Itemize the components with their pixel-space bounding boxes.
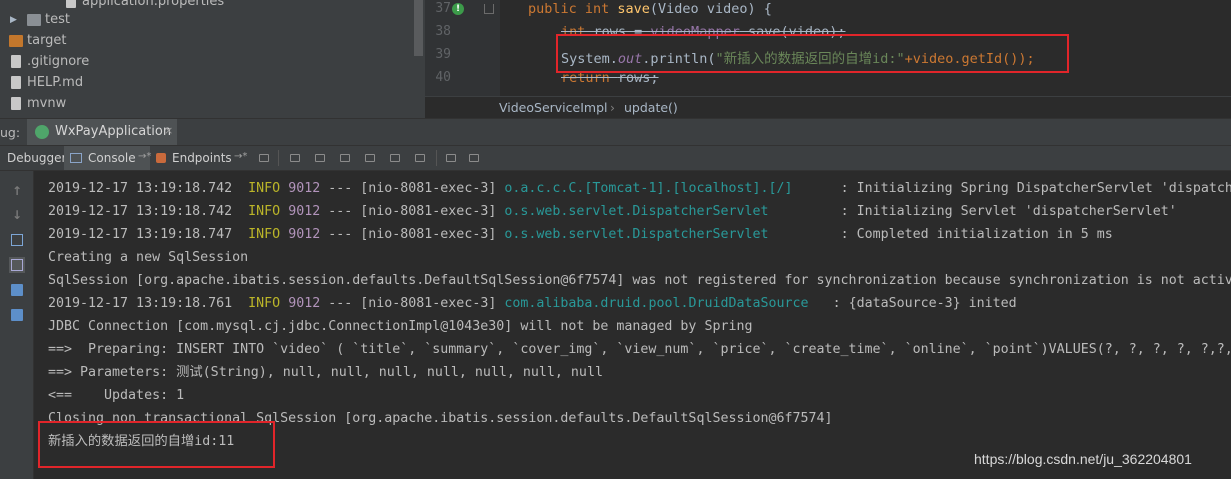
markdown-file-icon [11, 76, 21, 89]
step-into-icon[interactable] [313, 151, 327, 165]
breadcrumb-class[interactable]: VideoServiceImpl [499, 100, 608, 115]
step-over-icon[interactable] [288, 151, 302, 165]
folder-icon [9, 35, 23, 47]
run-config-tab-wxpayapplication[interactable]: WxPayApplication × [27, 119, 177, 145]
code-line-37: public int save(Video video) { [528, 1, 772, 17]
trash-icon[interactable] [9, 307, 25, 323]
breadcrumb: VideoServiceImpl › update() [425, 96, 1231, 118]
run-to-cursor-icon[interactable] [413, 151, 427, 165]
debug-toolbar: Debugger Console →* Endpoints →* [0, 145, 1231, 171]
step-out-icon[interactable] [363, 151, 377, 165]
debug-header: ug: WxPayApplication × [0, 118, 1231, 145]
line-number: 37 [435, 1, 451, 16]
console-icon [70, 153, 82, 163]
expand-arrow-icon[interactable]: ▶ [10, 10, 17, 30]
line-number: 40 [435, 70, 451, 85]
implementation-marker-icon[interactable]: ! [452, 3, 464, 15]
folder-icon [27, 14, 41, 26]
console-line: ==> Preparing: INSERT INTO `video` ( `ti… [48, 342, 1231, 357]
console-line: SqlSession [org.apache.ibatis.session.de… [48, 273, 1231, 288]
result-highlight-box [38, 421, 275, 468]
editor-gutter: 37 38 39 40 ! [425, 0, 500, 96]
console-line: 2019-12-17 13:19:18.742 INFO 9012 --- [n… [48, 204, 1177, 219]
tab-endpoints[interactable]: Endpoints →* [150, 146, 252, 170]
show-execution-point-icon[interactable] [257, 151, 271, 165]
console-line: ==> Parameters: 测试(String), null, null, … [48, 365, 603, 380]
project-tree: application.properties ▶ test target .gi… [0, 0, 425, 118]
console-line: 2019-12-17 13:19:18.747 INFO 9012 --- [n… [48, 227, 1113, 242]
line-number: 38 [435, 24, 451, 39]
force-step-into-icon[interactable] [338, 151, 352, 165]
watermark: https://blog.csdn.net/ju_362204801 [974, 451, 1192, 467]
console-line: Creating a new SqlSession [48, 250, 249, 265]
file-icon [11, 55, 21, 68]
console-line: 2019-12-17 13:19:18.742 INFO 9012 --- [n… [48, 181, 1231, 196]
drop-frame-icon[interactable] [388, 151, 402, 165]
console-side-toolbar: ↑ ↓ [0, 171, 34, 479]
pin-tab-icon[interactable]: →* [234, 145, 247, 169]
arrow-up-icon[interactable]: ↑ [9, 183, 25, 199]
close-icon[interactable]: × [164, 124, 173, 137]
print-icon[interactable] [9, 282, 25, 298]
restore-layout-icon[interactable] [467, 151, 481, 165]
arrow-down-icon[interactable]: ↓ [9, 207, 25, 223]
toolbar-separator [278, 150, 279, 166]
toolbar-separator [436, 150, 437, 166]
properties-file-icon [66, 0, 76, 8]
console-line: <== Updates: 1 [48, 388, 185, 403]
tab-debugger[interactable]: Debugger [0, 146, 66, 170]
code-highlight-box [556, 34, 1069, 73]
console-line: JDBC Connection [com.mysql.cj.jdbc.Conne… [48, 319, 753, 334]
tree-scrollbar[interactable] [414, 0, 423, 56]
evaluate-expression-icon[interactable] [444, 151, 458, 165]
fold-icon[interactable] [484, 4, 494, 14]
tab-console[interactable]: Console →* [64, 146, 151, 170]
line-number: 39 [435, 47, 451, 62]
endpoints-icon [156, 153, 166, 163]
file-icon [11, 97, 21, 110]
spring-boot-icon [35, 125, 49, 139]
scroll-to-end-icon[interactable] [9, 257, 25, 273]
console-line: 2019-12-17 13:19:18.761 INFO 9012 --- [n… [48, 296, 1017, 311]
breadcrumb-method[interactable]: update() [624, 100, 678, 115]
soft-wrap-icon[interactable] [9, 232, 25, 248]
debug-label: ug: [0, 125, 21, 140]
breadcrumb-separator: › [610, 100, 615, 115]
